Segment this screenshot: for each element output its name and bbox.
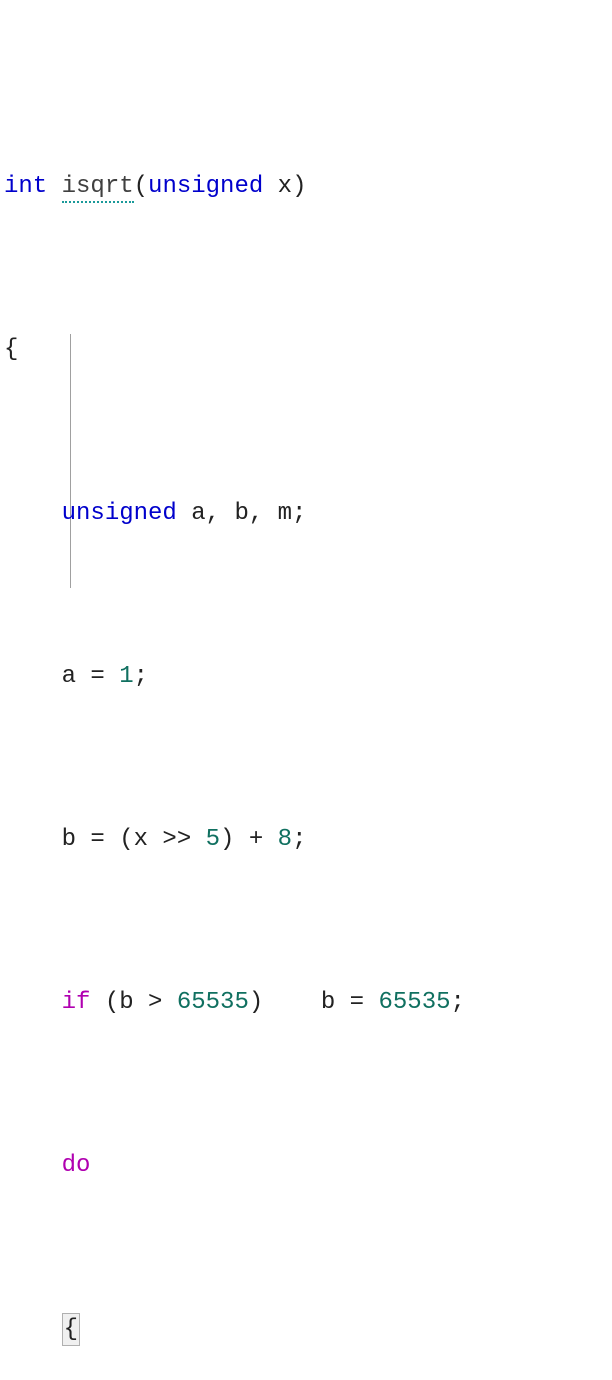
code-line: { <box>4 330 612 371</box>
code-viewer: int isqrt(unsigned x) { unsigned a, b, m… <box>0 0 612 1380</box>
function-name: isqrt <box>62 173 134 203</box>
code-line: int isqrt(unsigned x) <box>4 167 612 208</box>
brace-open-matched: { <box>62 1313 80 1346</box>
keyword-do: do <box>62 1152 91 1179</box>
indent-guide <box>70 334 71 588</box>
code-line: { <box>4 1310 612 1351</box>
keyword-unsigned: unsigned <box>62 500 177 527</box>
keyword-int: int <box>4 173 47 200</box>
brace-open: { <box>4 336 18 363</box>
param-x: x <box>278 173 292 200</box>
keyword-if: if <box>62 989 91 1016</box>
keyword-unsigned: unsigned <box>148 173 263 200</box>
code-line: if (b > 65535) b = 65535; <box>4 983 612 1024</box>
code-line: do <box>4 1146 612 1187</box>
code-line: b = (x >> 5) + 8; <box>4 820 612 861</box>
code-line: unsigned a, b, m; <box>4 494 612 535</box>
code-line: a = 1; <box>4 657 612 698</box>
